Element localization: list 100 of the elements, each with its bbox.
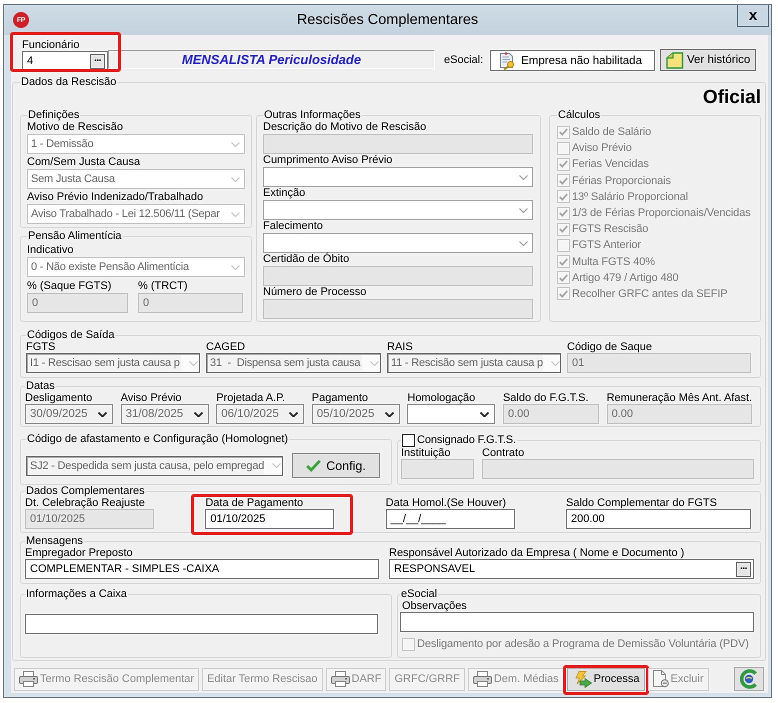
checkbox-label: Recolher GRFC antes da SEFIP xyxy=(572,288,728,300)
field-label: Certidão de Óbito xyxy=(263,253,350,265)
text-field[interactable]: 200.00 xyxy=(566,509,751,529)
logo-icon xyxy=(739,669,759,689)
tick-icon xyxy=(559,274,568,282)
chevron-down-icon xyxy=(550,360,560,366)
chevron-down-icon xyxy=(519,208,528,212)
field-label: Projetada A.P. xyxy=(216,392,286,404)
config-button[interactable]: Config. xyxy=(292,453,380,478)
check-icon xyxy=(306,459,322,472)
chevron-down-icon xyxy=(231,264,240,270)
group-title: Datas xyxy=(25,381,56,392)
checkbox-label: 13º Salário Proporcional xyxy=(572,190,688,203)
field-label: Remuneração Mês Ant. Afast. xyxy=(606,392,752,404)
group-title: eSocial xyxy=(400,589,438,600)
text-field[interactable]: 01/10/2025 xyxy=(205,509,334,529)
chevron-down-icon xyxy=(519,174,528,180)
checkbox-label: Férias Proporcionais xyxy=(572,174,671,187)
dropdown-field[interactable] xyxy=(263,233,533,253)
checkbox-label: Desligamento por adesão a Programa de Demissão Voluntária (PDV) xyxy=(417,638,749,650)
tick-icon xyxy=(559,160,568,168)
text-field[interactable] xyxy=(25,614,378,634)
field-label: Observações xyxy=(402,600,467,612)
process-button[interactable]: Processa xyxy=(566,668,645,690)
tick-icon xyxy=(559,290,568,298)
checkbox-label: Consignado F.G.T.S. xyxy=(417,434,516,447)
field-label: Número de Processo xyxy=(263,286,366,298)
group-title: Mensagens xyxy=(25,536,84,547)
ellipsis-button[interactable]: ... xyxy=(90,54,105,68)
checkbox[interactable] xyxy=(402,434,415,447)
text-field[interactable]: RESPONSAVEL ... xyxy=(389,559,754,579)
logo-button[interactable] xyxy=(734,667,764,691)
checkbox-label: FGTS Anterior xyxy=(572,239,641,252)
ellipsis-button[interactable]: ... xyxy=(736,562,751,576)
field-label: Aviso Prévio Indenizado/Trabalhado xyxy=(27,191,204,203)
checkbox-label: Artigo 479 / Artigo 480 xyxy=(572,272,679,284)
chevron-down-icon xyxy=(194,412,203,416)
chevron-down-icon xyxy=(480,412,490,416)
field-label: RAIS xyxy=(387,341,413,353)
checkbox-label: Multa FGTS 40% xyxy=(572,256,655,268)
field-label: Código de Saque xyxy=(567,341,652,353)
field-label: Funcionário xyxy=(22,39,80,51)
text-field[interactable]: 4 ... xyxy=(22,51,108,71)
printer-icon xyxy=(19,671,38,687)
field-label: Indicativo xyxy=(27,244,74,256)
field-label: Extinção xyxy=(263,187,306,199)
group-title: Código de afastamento e Configuração (Homolognet) xyxy=(26,434,290,445)
group-title: Outras Informações xyxy=(263,110,362,121)
document-key-icon xyxy=(498,52,516,70)
checkbox-label: Saldo de Salário xyxy=(572,126,652,138)
group-title: Definições xyxy=(27,110,80,121)
mode-label: Oficial xyxy=(702,88,761,108)
field-label: Com/Sem Justa Causa xyxy=(27,156,140,168)
status-text: Empresa não habilitada xyxy=(521,54,642,66)
printer-icon xyxy=(330,671,350,687)
chevron-down-icon xyxy=(370,360,379,366)
field-label: Saldo Complementar do FGTS xyxy=(566,497,717,509)
field-label: Cumprimento Aviso Prévio xyxy=(263,154,392,166)
chevron-down-icon xyxy=(289,412,298,416)
document-icon xyxy=(652,670,669,688)
field-label: Dt. Celebração Reajuste xyxy=(25,497,145,509)
dropdown-field[interactable] xyxy=(263,167,533,187)
field-label: Homologação xyxy=(407,392,476,404)
chevron-down-icon xyxy=(189,360,198,366)
checkbox-label: FGTS Rescisão xyxy=(572,223,648,236)
category-field: MENSALISTA Periculosidade xyxy=(108,50,435,69)
field-label: % (TRCT) xyxy=(138,280,188,292)
dropdown-field[interactable] xyxy=(263,200,533,220)
field-label: Saldo do F.G.T.S. xyxy=(502,392,589,404)
window-title: Rescisões Complementares xyxy=(296,12,478,28)
chevron-down-icon xyxy=(272,463,282,468)
group-title: Dados Complementares xyxy=(25,486,146,497)
field-label: Empregador Preposto xyxy=(25,547,133,559)
group-title: Códigos de Saída xyxy=(26,330,116,341)
field-label: Instituição xyxy=(401,447,451,459)
history-button[interactable]: Ver histórico xyxy=(660,49,756,71)
note-icon xyxy=(666,52,684,68)
field-label: % (Saque FGTS) xyxy=(27,280,112,292)
tick-icon xyxy=(559,209,568,218)
group-title: Cálculos xyxy=(557,110,602,121)
field-label: FGTS xyxy=(26,341,56,353)
field-label: Responsável Autorizado da Empresa ( Nome e Documento ) xyxy=(389,547,684,559)
field-label: Data Homol.(Se Houver) xyxy=(386,497,506,509)
text-field[interactable]: COMPLEMENTAR - SIMPLES -CAIXA xyxy=(25,559,379,579)
field-label: Contrato xyxy=(482,447,524,459)
checkbox-label: Ferias Vencidas xyxy=(572,158,649,170)
field-label: Motivo de Rescisão xyxy=(27,121,123,133)
tick-icon xyxy=(559,128,568,136)
text-field[interactable] xyxy=(400,612,754,632)
tick-icon xyxy=(559,176,568,185)
chevron-down-icon xyxy=(231,212,240,216)
close-button[interactable]: x xyxy=(737,5,769,27)
text-field[interactable]: __/__/____ xyxy=(386,509,515,529)
field-label: Data de Pagamento xyxy=(205,497,304,509)
field-label: Aviso Prévio xyxy=(120,392,182,404)
field-label: Falecimento xyxy=(263,220,323,232)
tick-icon xyxy=(559,258,568,266)
group-title: Dados da Rescisão xyxy=(20,76,118,88)
date-field[interactable] xyxy=(407,404,496,424)
checkbox-label: Aviso Prévio xyxy=(572,142,632,154)
